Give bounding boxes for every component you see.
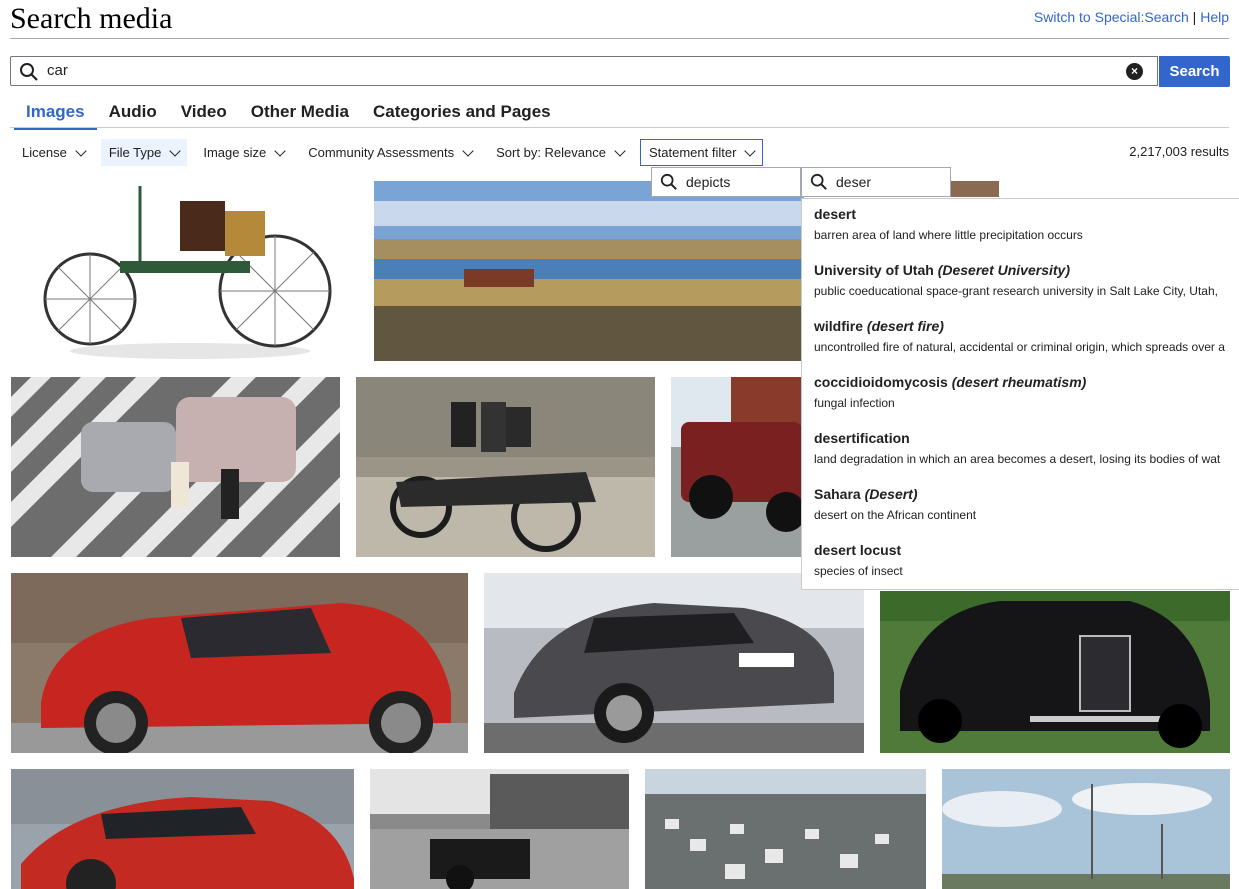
clear-icon[interactable]: × (1126, 63, 1143, 80)
suggestion-label: desert locust (814, 542, 902, 558)
result-image-historic-bw-car[interactable] (370, 769, 629, 889)
top-links: Switch to Special:Search | Help (1034, 9, 1229, 25)
search-icon (19, 62, 39, 87)
suggestion-description: uncontrolled fire of natural, accidental… (814, 340, 1225, 354)
statement-property-input[interactable]: depicts (651, 167, 801, 197)
file-type-filter-label: File Type (108, 145, 162, 160)
result-image-partial-hidden[interactable] (949, 181, 999, 197)
statement-property-value: depicts (686, 174, 731, 190)
help-link[interactable]: Help (1200, 9, 1229, 25)
title-divider (10, 38, 1229, 39)
search-button[interactable]: Search (1159, 56, 1230, 87)
suggestion-label: wildfire (814, 318, 864, 334)
result-image-vintage-car-photo[interactable] (356, 377, 655, 557)
search-query-text: car (47, 62, 68, 79)
page-title: Search media (10, 2, 173, 35)
suggestion-item[interactable]: desert locust species of insect (802, 535, 1239, 589)
suggestion-item[interactable]: desert barren area of land where little … (802, 199, 1239, 255)
search-input[interactable]: car × (10, 56, 1158, 86)
sort-filter-label: Sort by: Relevance (496, 145, 606, 160)
image-size-filter-label: Image size (203, 145, 267, 160)
suggestion-description: species of insect (814, 564, 903, 578)
filter-bar: License File Type Image size Community A… (14, 139, 771, 166)
chevron-down-icon (274, 144, 286, 157)
sort-filter[interactable]: Sort by: Relevance (488, 139, 632, 166)
license-filter[interactable]: License (14, 139, 93, 166)
search-icon (660, 173, 678, 194)
statement-value-suggestions: desert barren area of land where little … (801, 198, 1239, 590)
image-size-filter[interactable]: Image size (195, 139, 292, 166)
chevron-down-icon (75, 144, 87, 157)
suggestion-alias: (desert rheumatism) (951, 374, 1087, 390)
result-image-rusted-car-lake[interactable] (374, 181, 804, 361)
result-image-red-fiat-500[interactable] (11, 573, 468, 753)
tab-other-media[interactable]: Other Media (239, 100, 361, 130)
tab-categories-pages[interactable]: Categories and Pages (361, 100, 563, 130)
suggestion-label: Sahara (814, 486, 861, 502)
result-image-porsche-911[interactable] (484, 573, 864, 753)
results-count: 2,217,003 results (1129, 144, 1229, 159)
suggestion-item[interactable]: Sahara (Desert) desert on the African co… (802, 479, 1239, 535)
license-filter-label: License (22, 145, 67, 160)
community-assessments-filter[interactable]: Community Assessments (300, 139, 480, 166)
suggestion-label: desertification (814, 430, 910, 446)
result-image-traffic-jam[interactable] (645, 769, 926, 889)
result-image-benz-motorwagen[interactable] (40, 181, 340, 361)
toplinks-separator: | (1192, 9, 1197, 25)
result-image-highway-streetlights[interactable] (942, 769, 1230, 889)
result-image-car-crash-crosswalk[interactable] (11, 377, 340, 557)
suggestion-label: desert (814, 206, 857, 222)
chevron-down-icon (614, 144, 626, 157)
tab-video[interactable]: Video (169, 100, 239, 130)
suggestion-item[interactable]: coccidioidomycosis (desert rheumatism) f… (802, 367, 1239, 423)
tab-images[interactable]: Images (14, 100, 97, 130)
file-type-filter[interactable]: File Type (100, 139, 188, 166)
community-filter-label: Community Assessments (308, 145, 455, 160)
chevron-down-icon (744, 144, 757, 157)
tabs-divider (10, 127, 1229, 128)
suggestion-alias: (Desert) (864, 486, 918, 502)
statement-filter-label: Statement filter (648, 145, 737, 160)
search-icon (810, 173, 828, 194)
suggestion-label: coccidioidomycosis (814, 374, 948, 390)
suggestion-description: desert on the African continent (814, 508, 977, 522)
result-image-tesla-model-3[interactable] (11, 769, 354, 889)
statement-value-query: deser (836, 174, 872, 190)
suggestion-description: fungal infection (814, 396, 895, 410)
result-image-red-vintage-car[interactable] (671, 377, 802, 557)
suggestion-description: barren area of land where little precipi… (814, 228, 1083, 242)
suggestion-item[interactable]: wildfire (desert fire) uncontrolled fire… (802, 311, 1239, 367)
suggestion-label: University of Utah (814, 262, 934, 278)
tab-audio[interactable]: Audio (97, 100, 169, 130)
suggestion-item[interactable]: University of Utah (Deseret University) … (802, 255, 1239, 311)
chevron-down-icon (462, 144, 474, 157)
switch-special-search-link[interactable]: Switch to Special:Search (1034, 9, 1189, 25)
suggestion-description: land degradation in which an area become… (814, 452, 1221, 466)
result-image-citroen-traction[interactable] (880, 591, 1230, 753)
statement-value-input[interactable]: deser (801, 167, 951, 197)
suggestion-item[interactable]: desertification land degradation in whic… (802, 423, 1239, 479)
statement-filter[interactable]: Statement filter (639, 139, 764, 166)
suggestion-alias: (Deseret University) (937, 262, 1070, 278)
media-type-tabs: Images Audio Video Other Media Categorie… (14, 100, 563, 130)
suggestion-alias: (desert fire) (866, 318, 944, 334)
suggestion-description: public coeducational space-grant researc… (814, 284, 1218, 298)
chevron-down-icon (169, 144, 181, 157)
